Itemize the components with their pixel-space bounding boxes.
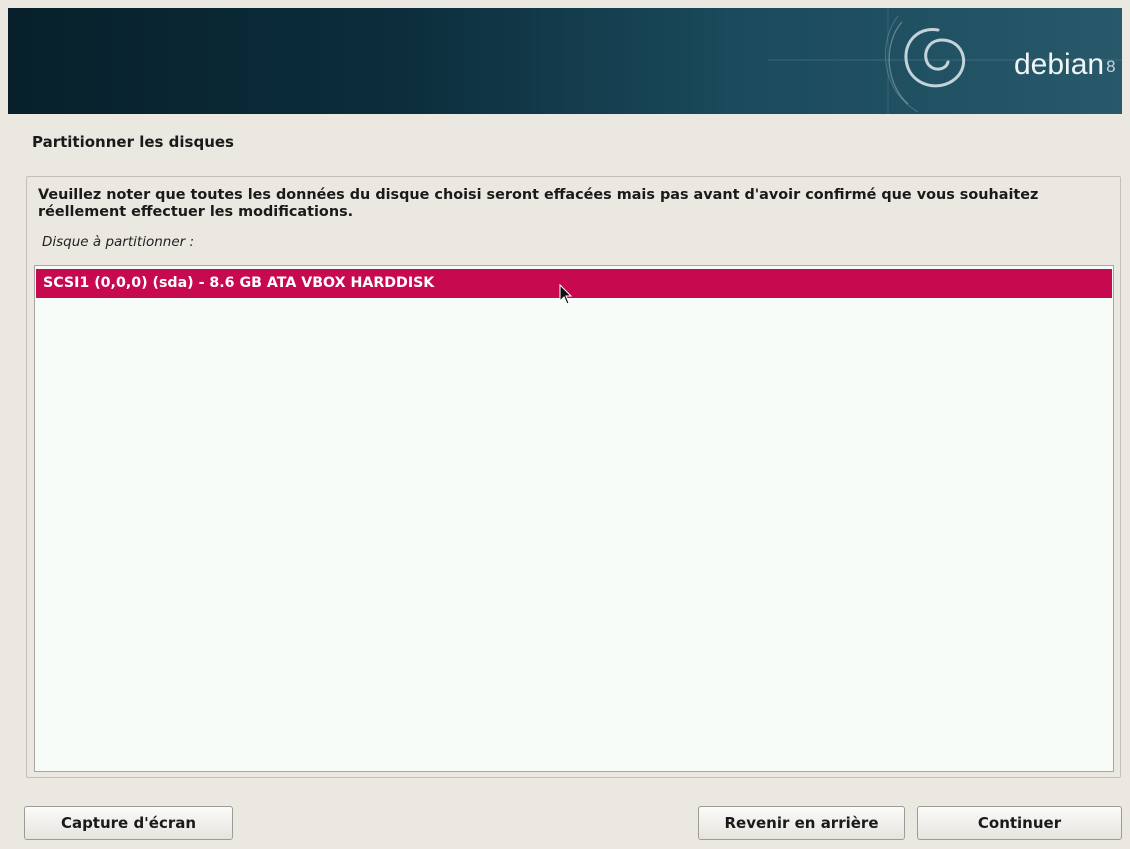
logo-version: 8 (1106, 57, 1116, 76)
mouse-pointer-icon (559, 284, 573, 305)
list-label: Disque à partitionner : (42, 234, 195, 250)
continue-button[interactable]: Continuer (917, 806, 1122, 840)
back-button[interactable]: Revenir en arrière (698, 806, 905, 840)
description-text: Veuillez noter que toutes les données du… (38, 187, 1039, 220)
header-banner: debian 8 (8, 8, 1122, 114)
debian-logo: debian 8 (1014, 48, 1116, 82)
page-title: Partitionner les disques (32, 133, 234, 151)
screenshot-button[interactable]: Capture d'écran (24, 806, 233, 840)
disk-list[interactable]: SCSI1 (0,0,0) (sda) - 8.6 GB ATA VBOX HA… (34, 265, 1114, 772)
debian-swirl-icon (884, 15, 965, 112)
logo-name: debian (1014, 48, 1105, 81)
